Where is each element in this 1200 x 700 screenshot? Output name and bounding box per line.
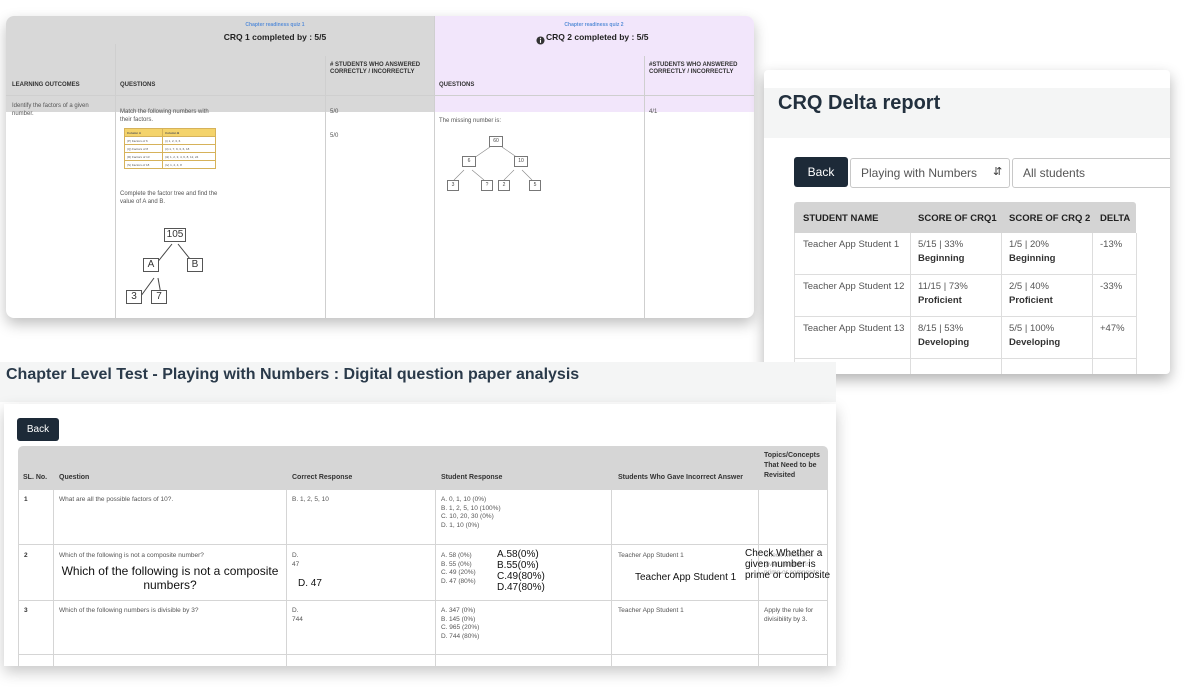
row-3-question: Which of the following numbers is divisi…	[59, 607, 199, 614]
delta-table-header: STUDENT NAME SCORE OF CRQ1 SCORE OF CRQ …	[794, 202, 1136, 233]
col-questions-2: QUESTIONS	[439, 82, 475, 88]
crq1-quiz-name: Chapter readiness quiz 1	[245, 22, 305, 28]
crq1-completed: CRQ 1 completed by : 5/5	[223, 32, 327, 42]
col-score-crq2: SCORE OF CRQ 2	[1009, 213, 1091, 224]
crq2-completed: CRQ 2 completed by : 5/5	[546, 32, 649, 42]
col-sl-no: SL. No.	[23, 474, 48, 481]
analysis-card: Back SL. No. Question Correct Response S…	[4, 404, 836, 666]
small-tree-3: 3	[447, 180, 459, 191]
info-icon[interactable]	[536, 32, 545, 50]
delta-report-title: CRQ Delta report	[778, 92, 941, 114]
delta-row-1-name: Teacher App Student 1	[803, 239, 900, 250]
col-topics: Topics/Concepts That Need to be Revisite…	[764, 452, 820, 479]
small-tree-6: 6	[462, 156, 476, 167]
col-students-1: # STUDENTS WHO ANSWERED CORRECTLY / INCO…	[330, 62, 421, 75]
tree-leaf-7: 7	[151, 290, 167, 304]
student-select[interactable]: All students	[1012, 158, 1170, 188]
delta-row-2-name: Teacher App Student 12	[803, 281, 905, 292]
delta-row-2-score1: 11/15 | 73% Proficient	[918, 281, 968, 306]
row-3-correct: D. 744	[292, 607, 303, 623]
col-questions-1: QUESTIONS	[120, 82, 156, 88]
crq-comparison-card: Chapter readiness quiz 1 CRQ 1 completed…	[6, 16, 754, 318]
overlay-topics: Check Whether a given number is prime or…	[745, 548, 831, 581]
small-tree-missing: ?	[481, 180, 493, 191]
small-tree-2: 2	[498, 180, 510, 191]
question-match-text: Match the following numbers with their f…	[120, 109, 209, 123]
row-2-correct: D. 47	[292, 552, 300, 568]
row-3-responses: A. 347 (0%) B. 145 (0%) C. 965 (20%) D. …	[441, 607, 480, 640]
row-2-incorrect-students: Teacher App Student 1	[618, 552, 684, 559]
row-2-sl: 2	[24, 552, 28, 559]
analysis-table-header	[18, 446, 828, 490]
overlay-correct: D. 47	[298, 578, 322, 589]
row-3-incorrect-students: Teacher App Student 1	[618, 607, 684, 614]
row-1-sl: 1	[24, 496, 28, 503]
tree-leaf-3: 3	[126, 290, 142, 304]
tree-node-b: B	[187, 258, 203, 272]
col-student-response: Student Response	[441, 474, 503, 481]
result-1b: 5/0	[330, 133, 339, 139]
col-delta: DELTA	[1100, 213, 1131, 224]
delta-row-2-score2: 2/5 | 40% Proficient	[1009, 281, 1053, 306]
small-tree-5: 5	[529, 180, 541, 191]
row-3-topics: Apply the rule for divisibility by 3.	[764, 607, 814, 623]
col-question: Question	[59, 474, 90, 481]
analysis-back-button[interactable]: Back	[17, 418, 59, 441]
col-students-2: #STUDENTS WHO ANSWERED CORRECTLY / INCOR…	[649, 62, 738, 75]
delta-row-2-delta: -33%	[1100, 281, 1123, 292]
col-correct-response: Correct Response	[292, 474, 353, 481]
overlay-question: Which of the following is not a composit…	[61, 564, 279, 592]
chapter-select[interactable]: Playing with Numbers ⇵	[850, 158, 1010, 188]
delta-row-1-delta: -13%	[1100, 239, 1123, 250]
delta-row-1-score2: 1/5 | 20% Beginning	[1009, 239, 1056, 264]
overlay-incorrect: Teacher App Student 1	[635, 572, 737, 583]
row-1-question: What are all the possible factors of 10?…	[59, 496, 174, 503]
learning-outcome-text: Identify the factors of a given number.	[12, 103, 89, 117]
col-student-name: STUDENT NAME	[803, 213, 879, 224]
col-learning-outcomes: LEARNING OUTCOMES	[12, 82, 80, 88]
result-2: 4/1	[649, 109, 658, 115]
match-table: Column A Column B (P) Factors of 6 (i) 1, …	[123, 128, 216, 169]
delta-report-card: CRQ Delta report Back Playing with Numbe…	[764, 70, 1170, 374]
delta-row-3-name: Teacher App Student 13	[803, 323, 905, 334]
delta-back-button[interactable]: Back	[794, 157, 848, 187]
overlay-responses: A.58(0%) B.55(0%) C.49(80%) D.47(80%)	[497, 549, 545, 593]
crq2-quiz-name: Chapter readiness quiz 2	[564, 22, 624, 28]
student-select-value: All students	[1023, 166, 1086, 180]
row-1-correct: B. 1, 2, 5, 10	[292, 496, 329, 503]
row-2-responses: A. 58 (0%) B. 55 (0%) C. 49 (20%) D. 47 …	[441, 552, 476, 585]
chapter-select-value: Playing with Numbers	[861, 166, 978, 180]
col-score-crq1: SCORE OF CRQ1	[918, 213, 997, 224]
tree-root: 105	[164, 228, 186, 242]
delta-row-1-score1: 5/15 | 33% Beginning	[918, 239, 965, 264]
row-2-question: Which of the following is not a composit…	[59, 552, 204, 559]
col-incorrect-students: Students Who Gave Incorrect Answer	[618, 474, 743, 481]
delta-row-3-delta: +47%	[1100, 323, 1125, 334]
question-missing-number: The missing number is:	[439, 118, 502, 124]
analysis-title: Chapter Level Test - Playing with Number…	[6, 366, 580, 383]
row-1-responses: A. 0, 1, 10 (0%) B. 1, 2, 5, 10 (100%) C…	[441, 496, 501, 529]
select-arrows-icon: ⇵	[993, 166, 1003, 178]
small-tree-10: 10	[514, 156, 528, 167]
delta-row-3-score1: 8/15 | 53% Developing	[918, 323, 970, 348]
result-1a: 5/0	[330, 109, 339, 115]
tree-node-a: A	[143, 258, 159, 272]
delta-row-3-score2: 5/5 | 100% Developing	[1009, 323, 1061, 348]
question-factor-tree-text: Complete the factor tree and find the va…	[120, 191, 218, 205]
row-3-sl: 3	[24, 607, 28, 614]
small-tree-root: 60	[489, 136, 503, 147]
